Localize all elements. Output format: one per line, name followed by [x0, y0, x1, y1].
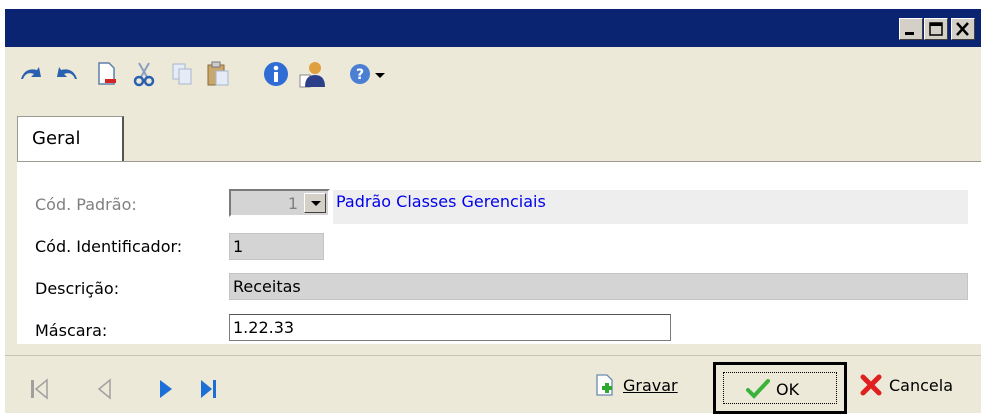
- close-button[interactable]: [951, 18, 975, 40]
- mascara-label: Máscara:: [35, 321, 108, 340]
- previous-record-icon[interactable]: [93, 376, 115, 402]
- copy-icon: [172, 63, 192, 85]
- cod-padrao-label: Cód. Padrão:: [35, 195, 137, 214]
- cancel-x-icon: [860, 374, 882, 396]
- paste-button[interactable]: [203, 59, 233, 89]
- gravar-button[interactable]: Gravar: [593, 373, 678, 397]
- maximize-icon: [929, 22, 943, 36]
- ok-button[interactable]: OK: [713, 362, 847, 414]
- help-icon: ?: [350, 64, 370, 84]
- descricao-label: Descrição:: [35, 279, 120, 298]
- cod-identificador-field[interactable]: 1: [229, 233, 324, 260]
- chevron-down-icon: [311, 201, 321, 206]
- toolbar: ?: [5, 47, 981, 101]
- minimize-button[interactable]: [899, 18, 923, 40]
- help-button[interactable]: ?: [345, 59, 375, 89]
- dialog-window: ? Geral Cód. Padrão: 1 Padrão Classes Ge…: [3, 9, 981, 414]
- cod-padrao-combo[interactable]: 1: [229, 189, 330, 217]
- close-icon: [956, 22, 969, 36]
- minimize-icon: [905, 32, 914, 35]
- ok-label: OK: [776, 379, 800, 399]
- cod-padrao-value: 1: [287, 194, 298, 213]
- undo-button[interactable]: [15, 59, 45, 89]
- paste-icon: [207, 61, 229, 86]
- save-document-icon: [596, 374, 613, 396]
- cod-padrao-dropdown-button[interactable]: [304, 193, 326, 213]
- cod-identificador-label: Cód. Identificador:: [35, 237, 183, 256]
- new-document-icon: [98, 62, 116, 85]
- user-icon: [299, 62, 325, 88]
- descricao-field[interactable]: Receitas: [229, 273, 968, 300]
- tab-geral-label: Geral: [32, 128, 81, 149]
- cut-button[interactable]: [129, 59, 159, 89]
- tab-geral[interactable]: Geral: [17, 116, 124, 162]
- info-icon: [264, 62, 288, 86]
- title-bar[interactable]: [5, 9, 981, 47]
- cod-padrao-description-link[interactable]: Padrão Classes Gerenciais: [333, 190, 968, 224]
- undo-icon: [21, 67, 41, 79]
- checkmark-icon: [746, 379, 770, 399]
- maximize-button[interactable]: [924, 18, 948, 40]
- user-button[interactable]: [297, 59, 327, 89]
- new-record-button[interactable]: [91, 59, 121, 89]
- last-record-icon[interactable]: [198, 376, 220, 402]
- first-record-icon[interactable]: [28, 376, 50, 402]
- svg-text:?: ?: [356, 67, 364, 83]
- dropdown-arrow-icon: [375, 73, 385, 78]
- copy-button[interactable]: [167, 59, 197, 89]
- next-record-icon[interactable]: [155, 376, 177, 402]
- info-button[interactable]: [261, 59, 291, 89]
- cancela-label: Cancela: [889, 375, 954, 395]
- mascara-input[interactable]: 1.22.33: [229, 314, 671, 341]
- redo-icon: [57, 67, 77, 79]
- redo-button[interactable]: [53, 59, 83, 89]
- cancela-button[interactable]: Cancela: [859, 373, 953, 397]
- cut-icon: [133, 62, 155, 87]
- tab-strip: Geral: [17, 116, 979, 162]
- help-dropdown-button[interactable]: [372, 59, 388, 89]
- gravar-label: Gravar: [623, 375, 678, 395]
- ok-button-content: OK: [746, 377, 799, 401]
